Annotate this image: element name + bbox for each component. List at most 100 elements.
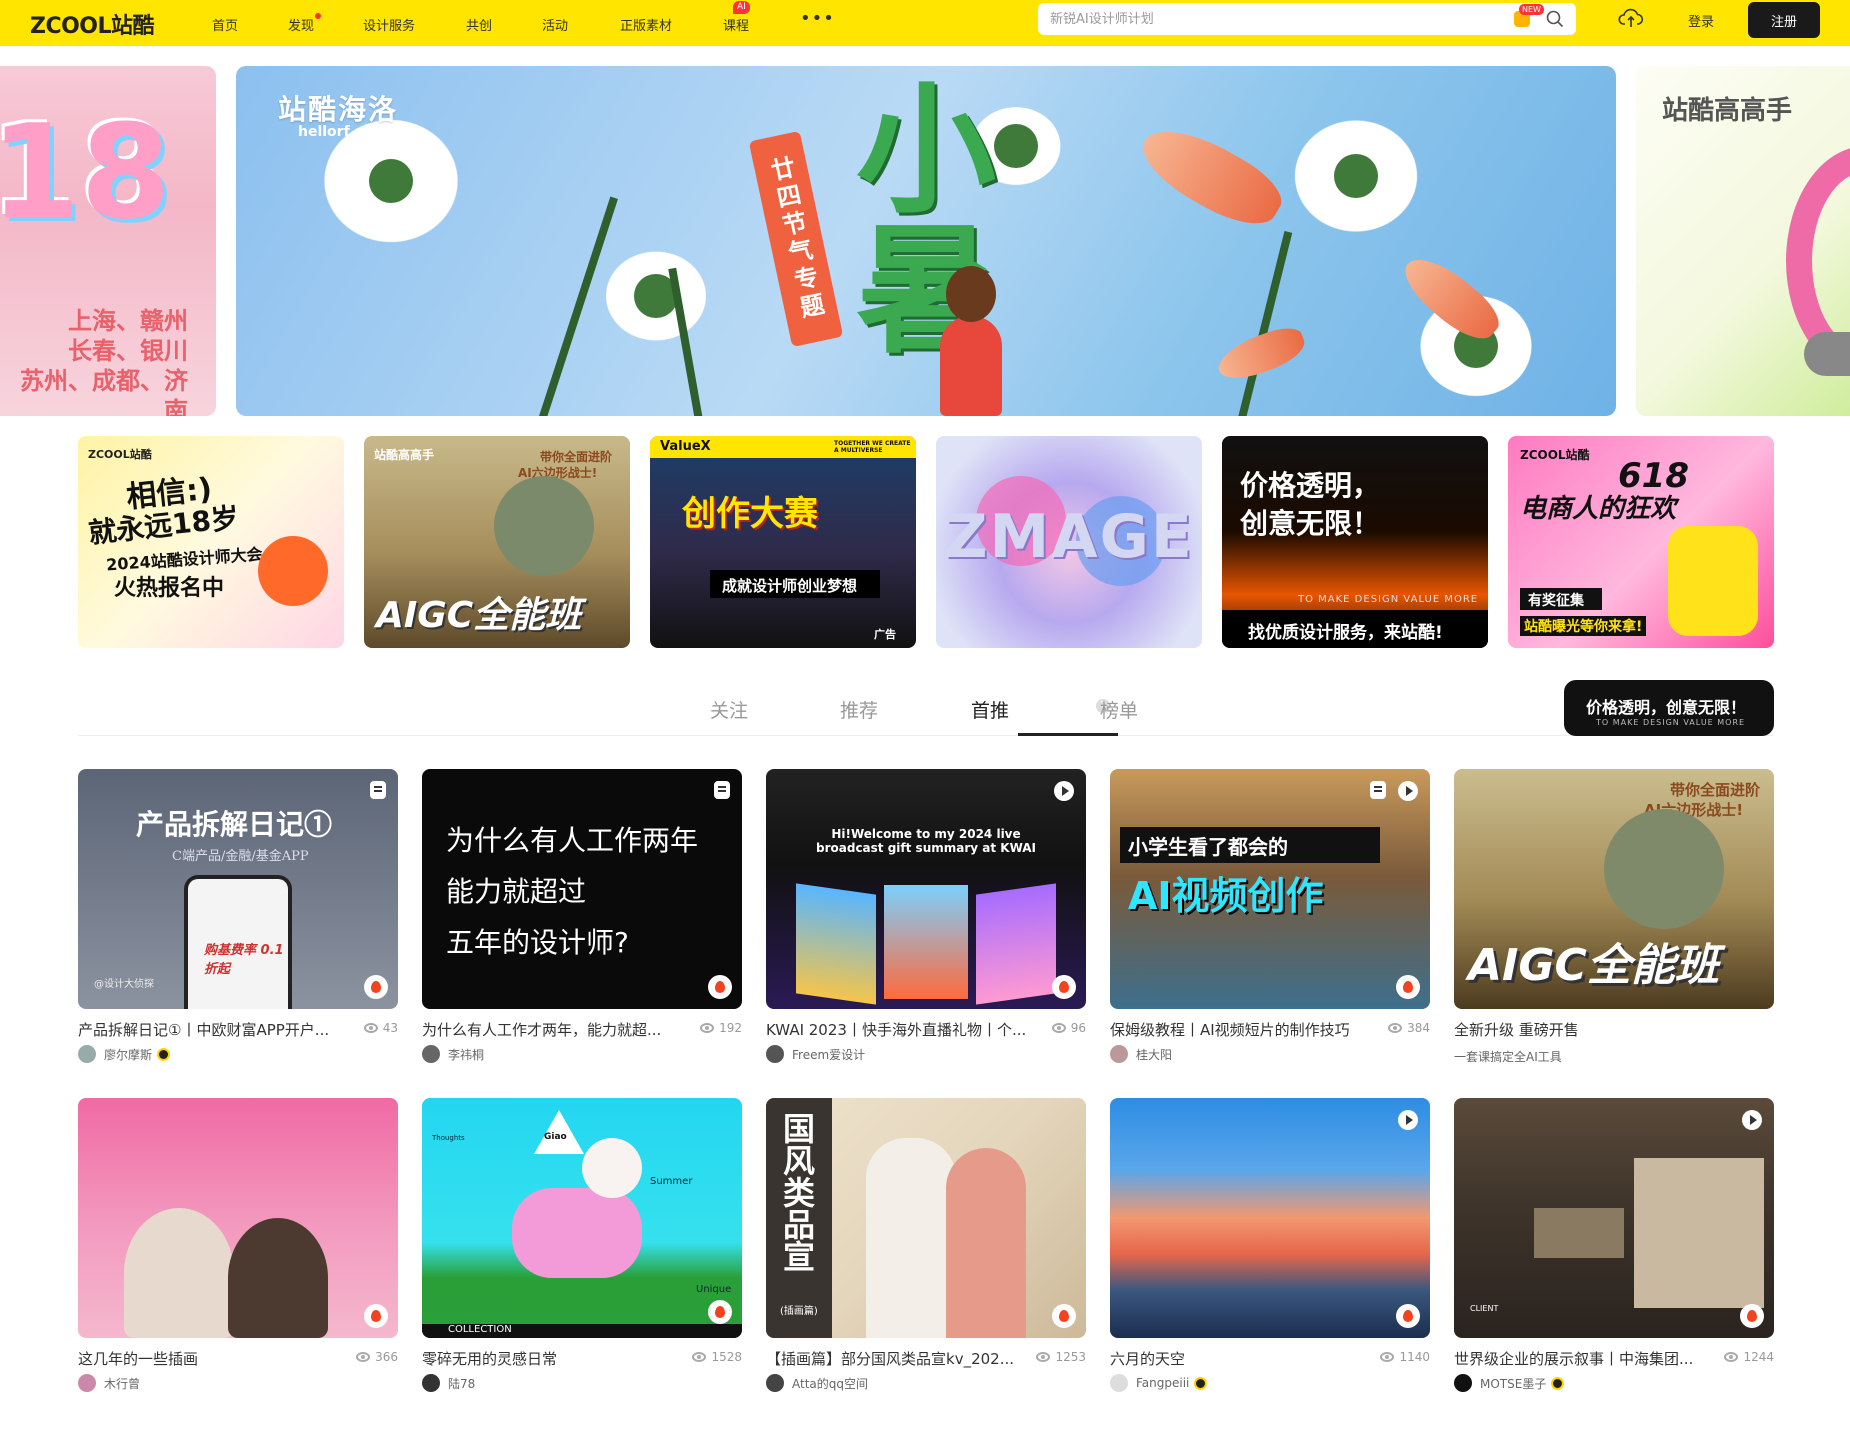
work-thumbnail[interactable]: CLIENT (1454, 1098, 1774, 1338)
nav-stock[interactable]: 正版素材 (620, 15, 672, 34)
author[interactable]: 李祎桐 (422, 1045, 484, 1063)
avatar[interactable] (78, 1374, 96, 1392)
nav-design-service[interactable]: 设计服务 (363, 15, 415, 34)
hero-slide-next[interactable]: 站酷高高手 (1636, 66, 1850, 416)
avatar[interactable] (422, 1045, 440, 1063)
upload-cloud-icon[interactable] (1618, 7, 1644, 29)
work-thumbnail[interactable]: 产品拆解日记① C端产品/金融/基金APP 购基费率 0.1折起 @设计大侦探 (78, 769, 398, 1009)
work-card[interactable]: 带你全面进阶 AI六边形战士! AIGC全能班 全新升级 重磅开售 一套课搞定全… (1454, 769, 1774, 1069)
author[interactable]: 陆78 (422, 1374, 475, 1392)
author[interactable]: MOTSE墨子 (1454, 1374, 1565, 1392)
work-card[interactable]: Hi!Welcome to my 2024 live broadcast gif… (766, 769, 1086, 1069)
work-thumbnail[interactable]: 为什么有人工作两年 能力就超过 五年的设计师? (422, 769, 742, 1009)
work-card[interactable]: Thoughts Summer Unique Giao COLLECTION 零… (422, 1098, 742, 1398)
work-title[interactable]: 全新升级 重磅开售 (1454, 1019, 1722, 1040)
avatar[interactable] (422, 1374, 440, 1392)
view-count: 1140 (1380, 1350, 1430, 1364)
hot-fire-icon (1052, 975, 1076, 999)
work-title[interactable]: 产品拆解日记①丨中欧财富APP开户... (78, 1019, 346, 1040)
work-card[interactable]: 为什么有人工作两年 能力就超过 五年的设计师? 为什么有人工作才两年，能力就超.… (422, 769, 742, 1069)
author[interactable]: 木行曾 (78, 1374, 140, 1392)
author[interactable]: Freem爱设计 (766, 1045, 865, 1063)
author[interactable]: 廖尔摩斯 (78, 1045, 171, 1063)
work-title[interactable]: KWAI 2023丨快手海外直播礼物丨个... (766, 1019, 1034, 1040)
work-thumbnail[interactable]: 小学生看了都会的 AI视频创作 (1110, 769, 1430, 1009)
tab-follow[interactable]: 关注 (710, 696, 748, 723)
more-menu-icon[interactable]: ••• (800, 8, 835, 29)
avatar[interactable] (766, 1045, 784, 1063)
author-name[interactable]: Atta的qq空间 (792, 1375, 868, 1392)
author-name[interactable]: 陆78 (448, 1375, 475, 1392)
nav-courses[interactable]: 课程 AI (723, 1, 750, 34)
work-title[interactable]: 六月的天空 (1110, 1348, 1378, 1369)
zcool-logo[interactable]: ZCOOL站酷 (30, 8, 155, 40)
author-name[interactable]: 木行曾 (104, 1375, 140, 1392)
author-name[interactable]: MOTSE墨子 (1480, 1375, 1546, 1392)
author[interactable]: Fangpeiii (1110, 1374, 1208, 1392)
work-title[interactable]: 这几年的一些插画 (78, 1348, 346, 1369)
service-ad-banner[interactable]: 价格透明，创意无限！ TO MAKE DESIGN VALUE MORE (1564, 680, 1774, 736)
avatar[interactable] (1454, 1374, 1472, 1392)
flower-center (1334, 154, 1378, 198)
search-icon[interactable] (1546, 10, 1564, 28)
tab-featured[interactable]: 首推 (971, 696, 1009, 723)
author[interactable]: Atta的qq空间 (766, 1374, 868, 1392)
work-card[interactable]: 产品拆解日记① C端产品/金融/基金APP 购基费率 0.1折起 @设计大侦探 … (78, 769, 398, 1069)
hero-banner[interactable]: 站酷海洛 hellorf.com 廿四节气专题 小暑 (236, 66, 1616, 416)
work-thumbnail[interactable] (1110, 1098, 1430, 1338)
search-input[interactable] (1050, 3, 1510, 35)
work-thumbnail[interactable]: 带你全面进阶 AI六边形战士! AIGC全能班 (1454, 769, 1774, 1009)
nav-events[interactable]: 活动 (542, 15, 568, 34)
tab-ranking[interactable]: 榜单 (1100, 696, 1138, 723)
work-card[interactable]: CLIENT 世界级企业的展示叙事丨中海集团... 1244 MOTSE墨子 (1454, 1098, 1774, 1398)
ai-badge: AI (733, 1, 750, 14)
eye-icon (1724, 1352, 1739, 1362)
promo-card-zmage[interactable]: ZMAGE (936, 436, 1202, 648)
author-name[interactable]: 李祎桐 (448, 1046, 484, 1063)
nav-home[interactable]: 首页 (212, 15, 238, 34)
tab-recommend[interactable]: 推荐 (840, 696, 878, 723)
author-name[interactable]: 桂大阳 (1136, 1046, 1172, 1063)
promo-card-service[interactable]: 价格透明， 创意无限！ TO MAKE DESIGN VALUE MORE 找优… (1222, 436, 1488, 648)
nav-cocreate[interactable]: 共创 (466, 15, 492, 34)
city-line: 苏州、成都、济南 (20, 367, 188, 416)
work-title[interactable]: 【插画篇】部分国风类品宣kv_202... (766, 1348, 1034, 1369)
work-title[interactable]: 保姆级教程丨AI视频短片的制作技巧 (1110, 1019, 1378, 1040)
promo-tagline: TO MAKE DESIGN VALUE MORE (1298, 594, 1479, 605)
work-card[interactable]: 小学生看了都会的 AI视频创作 保姆级教程丨AI视频短片的制作技巧 384 桂大… (1110, 769, 1430, 1069)
author-name[interactable]: Freem爱设计 (792, 1046, 865, 1063)
avatar[interactable] (766, 1374, 784, 1392)
promo-headline: AIGC全能班 (376, 595, 582, 636)
city-line: 上海、赣州 (68, 307, 188, 335)
promo-card-valuex[interactable]: ValueX TOGETHER WE CREATE A MULTIVERSE 创… (650, 436, 916, 648)
hero-brand-title: 站酷海洛 (278, 93, 399, 126)
promo-card-aigc[interactable]: 站酷高高手 带你全面进阶 AI六边形战士! AIGC全能班 (364, 436, 630, 648)
login-link[interactable]: 登录 (1688, 11, 1714, 30)
nav-discover[interactable]: 发现 (288, 13, 322, 34)
author-name[interactable]: 廖尔摩斯 (104, 1046, 152, 1063)
avatar[interactable] (78, 1045, 96, 1063)
work-card[interactable]: 国风类品宣 (插画篇) 【插画篇】部分国风类品宣kv_202... 1253 A… (766, 1098, 1086, 1398)
work-title[interactable]: 为什么有人工作才两年，能力就超... (422, 1019, 690, 1040)
author[interactable]: 桂大阳 (1110, 1045, 1172, 1063)
work-thumbnail[interactable]: Thoughts Summer Unique Giao COLLECTION (422, 1098, 742, 1338)
hero-slide-prev[interactable]: 18 上海、赣州 长春、银川 苏州、成都、济南 (0, 66, 216, 416)
thumb-title: Hi!Welcome to my 2024 live broadcast gif… (816, 827, 1037, 855)
work-thumbnail[interactable]: Hi!Welcome to my 2024 live broadcast gif… (766, 769, 1086, 1009)
work-title[interactable]: 零碎无用的灵感日常 (422, 1348, 690, 1369)
eye-icon (1051, 1023, 1066, 1033)
promo-logo: 站酷高高手 (374, 448, 435, 462)
work-card[interactable]: 这几年的一些插画 366 木行曾 (78, 1098, 398, 1398)
work-card[interactable]: 六月的天空 1140 Fangpeiii (1110, 1098, 1430, 1398)
view-count-value: 192 (719, 1021, 742, 1035)
eye-icon (363, 1023, 378, 1033)
work-thumbnail[interactable]: 国风类品宣 (插画篇) (766, 1098, 1086, 1338)
avatar[interactable] (1110, 1045, 1128, 1063)
work-title[interactable]: 世界级企业的展示叙事丨中海集团... (1454, 1348, 1722, 1369)
avatar[interactable] (1110, 1374, 1128, 1392)
author-name[interactable]: Fangpeiii (1136, 1376, 1189, 1390)
work-thumbnail[interactable] (78, 1098, 398, 1338)
register-button[interactable]: 注册 (1748, 2, 1820, 38)
promo-card-618[interactable]: ZCOOL站酷 618 电商人的狂欢 有奖征集 站酷曝光等你来拿! (1508, 436, 1774, 648)
promo-card-conference[interactable]: ZCOOL站酷 相信:) 就永远18岁 2024站酷设计师大会 火热报名中 (78, 436, 344, 648)
